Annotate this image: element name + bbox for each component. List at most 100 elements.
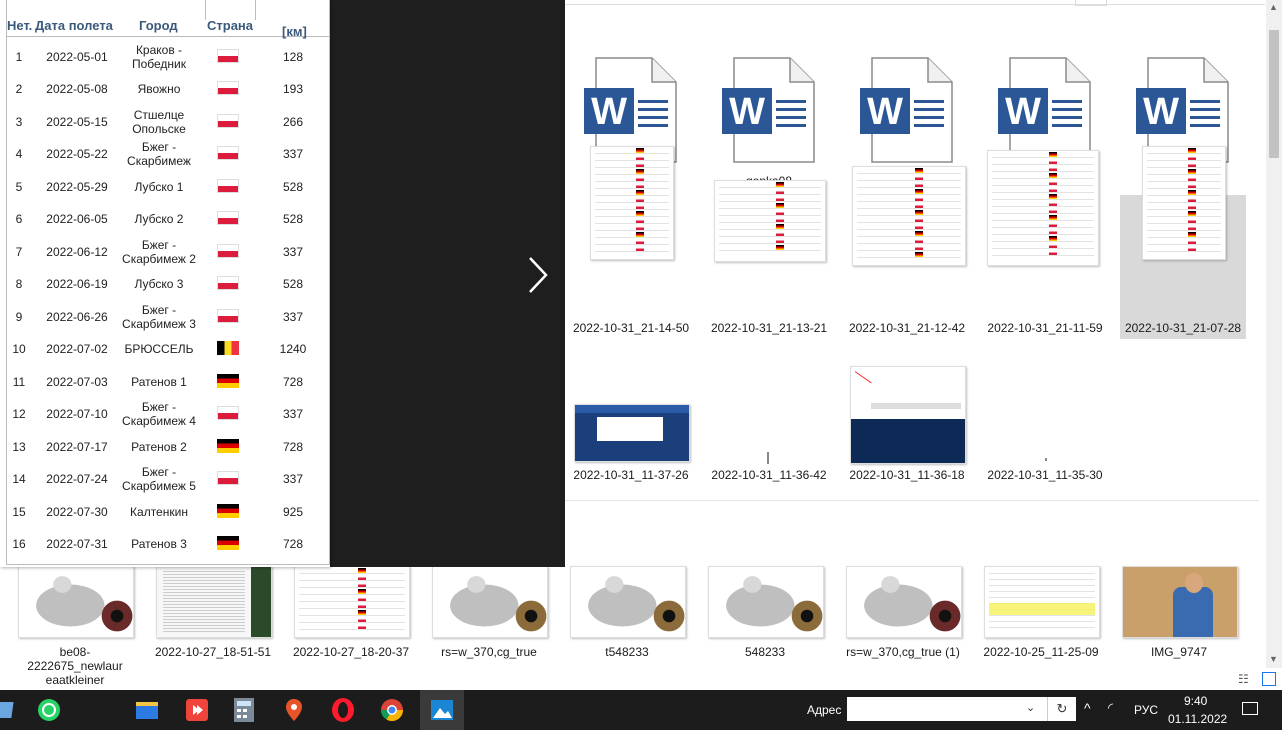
row-date: 2022-06-26	[46, 310, 108, 324]
file-name: 2022-10-31_11-36-18	[849, 468, 965, 482]
country-flag-pl-icon	[217, 114, 239, 128]
clock-time[interactable]: 9:40	[1184, 694, 1207, 708]
screenshot-file-tile[interactable]: 2022-10-31_21-07-28	[1120, 146, 1246, 339]
show-hidden-icons-icon[interactable]: ^	[1084, 700, 1091, 716]
file-name: 2022-10-31_21-13-21	[710, 321, 828, 335]
explorer-icon[interactable]	[0, 696, 22, 724]
image-file-tile[interactable]: rs=w_370,cg_true (1)	[840, 548, 966, 663]
svg-text:W: W	[1143, 91, 1179, 133]
word-file-tile[interactable]: gonka08W	[706, 50, 832, 192]
row-city: Калтенкин	[130, 505, 188, 519]
row-distance: 528	[282, 212, 304, 226]
group-separator	[565, 500, 1259, 501]
row-number: 13	[12, 440, 26, 454]
image-thumbnail	[570, 566, 686, 638]
row-distance: 528	[282, 277, 304, 291]
file-name: 548233	[744, 645, 786, 659]
row-date: 2022-06-05	[46, 212, 108, 226]
refresh-icon[interactable]: ↻	[1047, 697, 1076, 721]
row-city: Стшелце Опольске	[132, 108, 186, 136]
view-toggle[interactable]	[1075, 0, 1107, 6]
screenshot-file-tile[interactable]: 2022-10-31_11-36-42	[706, 366, 832, 486]
file-manager-icon[interactable]	[133, 696, 161, 724]
scrollbar-thumb[interactable]	[1269, 30, 1279, 158]
image-thumbnail	[1044, 458, 1047, 461]
country-flag-pl-icon	[217, 81, 239, 95]
address-input[interactable]	[847, 697, 1047, 721]
country-flag-pl-icon	[217, 179, 239, 193]
word-document-icon: W	[720, 56, 816, 164]
image-thumbnail	[852, 166, 966, 266]
col-header-date: Дата полета	[35, 18, 113, 33]
screenshot-file-tile[interactable]: 2022-10-31_11-36-18	[844, 366, 970, 486]
maps-icon[interactable]	[280, 696, 308, 724]
image-file-tile[interactable]: 548233	[702, 548, 828, 663]
table-row: 2 2022-05-08 Явожно 193	[7, 73, 327, 105]
row-date: 2022-07-02	[46, 342, 108, 356]
anydesk-icon[interactable]	[183, 696, 211, 724]
row-distance: 728	[282, 537, 304, 551]
table-row: 3 2022-05-15 Стшелце Опольске 266	[7, 106, 327, 138]
row-distance: 128	[282, 50, 304, 64]
screenshot-file-tile[interactable]: 2022-10-31_21-11-59	[982, 150, 1108, 339]
country-flag-be-icon	[217, 341, 239, 355]
row-date: 2022-07-24	[46, 472, 108, 486]
screenshot-file-tile[interactable]: 2022-10-31_11-35-30	[982, 366, 1108, 486]
image-thumbnail	[294, 566, 410, 638]
country-flag-pl-icon	[217, 276, 239, 290]
taskbar: Адрес ⌄ ↻ ^ ◜ РУС 9:40 01.11.2022	[0, 690, 1282, 730]
details-view-icon[interactable]: ☷	[1238, 672, 1249, 686]
row-number: 4	[15, 147, 23, 161]
screenshot-file-tile[interactable]: 2022-10-31_21-13-21	[706, 180, 832, 339]
opera-icon[interactable]	[329, 696, 357, 724]
table-row: 1 2022-05-01 Краков - Победник 128	[7, 41, 327, 73]
calculator-icon[interactable]	[230, 696, 258, 724]
scroll-up-arrow-icon[interactable]: ▲	[1269, 2, 1278, 12]
input-language[interactable]: РУС	[1134, 703, 1158, 717]
whatsapp-icon[interactable]	[35, 696, 63, 724]
row-city: Явожно	[137, 82, 181, 96]
screenshot-file-tile[interactable]: 2022-10-31_11-37-26	[568, 366, 694, 486]
vertical-scrollbar[interactable]: ▲ ▼	[1266, 0, 1282, 668]
notifications-icon[interactable]	[1242, 702, 1258, 715]
row-number: 2	[15, 82, 23, 96]
clock-date[interactable]: 01.11.2022	[1168, 712, 1227, 726]
table-row: 13 2022-07-17 Ратенов 2 728	[7, 431, 327, 463]
file-name: 2022-10-31_21-14-50	[572, 321, 690, 335]
row-city: Бжег - Скарбимеж 5	[122, 465, 196, 493]
file-name: 2022-10-27_18-20-37	[292, 645, 410, 659]
screenshot-file-tile[interactable]: 2022-10-31_21-14-50	[568, 146, 694, 339]
row-date: 2022-05-29	[46, 180, 108, 194]
image-thumbnail	[156, 566, 272, 638]
image-file-tile[interactable]: 2022-10-25_11-25-09	[978, 548, 1104, 663]
image-thumbnail	[1142, 146, 1226, 260]
wifi-icon[interactable]: ◜	[1108, 700, 1113, 716]
row-city: Ратенов 2	[131, 440, 187, 454]
table-row: 7 2022-06-12 Бжег - Скарбимеж 2 337	[7, 236, 327, 268]
chrome-icon[interactable]	[378, 696, 406, 724]
image-thumbnail	[432, 566, 548, 638]
screenshot-file-tile[interactable]: 2022-10-31_21-12-42	[844, 166, 970, 339]
row-city: Бжег - Скарбимеж 2	[122, 238, 196, 266]
image-thumbnail	[987, 150, 1099, 266]
image-file-tile[interactable]: IMG_9747	[1116, 548, 1242, 663]
country-flag-pl-icon	[217, 211, 239, 225]
scroll-down-arrow-icon[interactable]: ▼	[1269, 654, 1278, 664]
large-icons-view-icon[interactable]	[1262, 672, 1276, 686]
row-number: 16	[12, 537, 26, 551]
country-flag-pl-icon	[217, 406, 239, 420]
row-date: 2022-07-17	[46, 440, 108, 454]
row-distance: 337	[282, 310, 304, 324]
image-file-tile[interactable]: t548233	[564, 548, 690, 663]
image-thumbnail	[714, 180, 826, 262]
row-distance: 1240	[279, 342, 307, 356]
table-row: 15 2022-07-30 Калтенкин 925	[7, 496, 327, 528]
row-date: 2022-07-10	[46, 407, 108, 421]
table-row: 12 2022-07-10 Бжег - Скарбимеж 4 337	[7, 398, 327, 430]
row-date: 2022-05-08	[46, 82, 108, 96]
image-thumbnail	[590, 146, 674, 260]
address-dropdown-icon[interactable]: ⌄	[1026, 701, 1035, 714]
photos-icon[interactable]	[428, 696, 456, 724]
next-image-button[interactable]	[522, 252, 552, 298]
row-city: Ратенов 1	[131, 375, 187, 389]
